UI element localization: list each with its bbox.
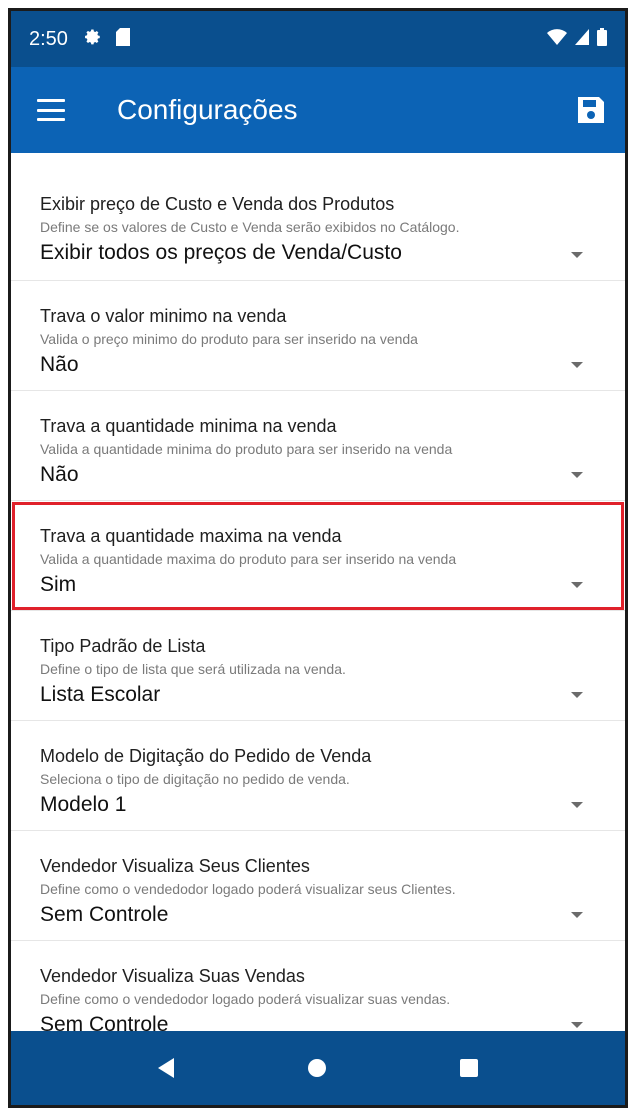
setting-description: Define se os valores de Custo e Venda se… [40,219,460,235]
setting-description: Define como o vendedodor logado poderá v… [40,881,456,897]
setting-value: Sem Controle [40,903,169,926]
setting-item-exibir-preco[interactable]: Exibir preço de Custo e Venda dos Produt… [11,153,625,281]
setting-item-vendedor-vendas[interactable]: Vendedor Visualiza Suas Vendas Define co… [11,941,625,1031]
battery-icon [597,27,607,51]
setting-value: Modelo 1 [40,793,127,816]
app-bar: Configurações [11,67,625,153]
dropdown-arrow-icon[interactable] [571,1022,583,1028]
status-icons-left [84,27,130,51]
back-icon[interactable] [158,1058,174,1078]
setting-value: Sem Controle [40,1013,169,1031]
setting-description: Valida a quantidade minima do produto pa… [40,441,453,457]
dropdown-arrow-icon[interactable] [571,252,583,258]
wifi-icon [547,28,567,50]
setting-item-modelo-digitacao[interactable]: Modelo de Digitação do Pedido de Venda S… [11,721,625,831]
setting-description: Valida o preço minimo do produto para se… [40,331,418,347]
dropdown-arrow-icon[interactable] [571,692,583,698]
setting-title: Tipo Padrão de Lista [40,636,206,656]
setting-value: Sim [40,573,77,596]
status-icons-right [547,27,607,51]
setting-title: Vendedor Visualiza Suas Vendas [40,966,305,986]
gear-icon [84,28,102,51]
sim-card-icon [115,27,130,51]
home-icon[interactable] [308,1059,326,1077]
setting-description: Seleciona o tipo de digitação no pedido … [40,771,350,787]
setting-value: Não [40,463,79,486]
setting-item-vendedor-clientes[interactable]: Vendedor Visualiza Seus Clientes Define … [11,831,625,941]
setting-value: Exibir todos os preços de Venda/Custo [40,241,402,264]
setting-description: Define como o vendedodor logado poderá v… [40,991,451,1007]
setting-title: Vendedor Visualiza Seus Clientes [40,856,310,876]
setting-title: Modelo de Digitação do Pedido de Venda [40,746,372,766]
dropdown-arrow-icon[interactable] [571,912,583,918]
setting-item-trava-valor-minimo[interactable]: Trava o valor minimo na venda Valida o p… [11,281,625,391]
dropdown-arrow-icon[interactable] [571,472,583,478]
system-nav-bar [11,1031,625,1105]
hamburger-menu-icon[interactable] [37,99,65,121]
setting-item-tipo-padrao-lista[interactable]: Tipo Padrão de Lista Define o tipo de li… [11,611,625,721]
dropdown-arrow-icon[interactable] [571,362,583,368]
setting-title: Exibir preço de Custo e Venda dos Produt… [40,194,395,214]
setting-item-trava-quantidade-minima[interactable]: Trava a quantidade minima na venda Valid… [11,391,625,501]
save-icon[interactable] [575,94,607,126]
signal-icon [575,28,589,50]
setting-item-trava-quantidade-maxima[interactable]: Trava a quantidade maxima na venda Valid… [11,501,625,611]
dropdown-arrow-icon[interactable] [571,802,583,808]
setting-value: Lista Escolar [40,683,161,706]
setting-title: Trava a quantidade maxima na venda [40,526,342,546]
setting-description: Valida a quantidade maxima do produto pa… [40,551,457,567]
phone-screen: 2:50 Configurações Exibir preço de Custo… [8,8,628,1108]
dropdown-arrow-icon[interactable] [571,582,583,588]
page-title: Configurações [117,94,298,125]
settings-list: Exibir preço de Custo e Venda dos Produt… [11,153,625,1031]
recent-apps-icon[interactable] [460,1059,478,1077]
setting-title: Trava a quantidade minima na venda [40,416,337,436]
setting-value: Não [40,353,79,376]
status-time: 2:50 [29,27,68,50]
setting-description: Define o tipo de lista que será utilizad… [40,661,346,677]
setting-title: Trava o valor minimo na venda [40,306,287,326]
status-bar: 2:50 [11,11,625,67]
